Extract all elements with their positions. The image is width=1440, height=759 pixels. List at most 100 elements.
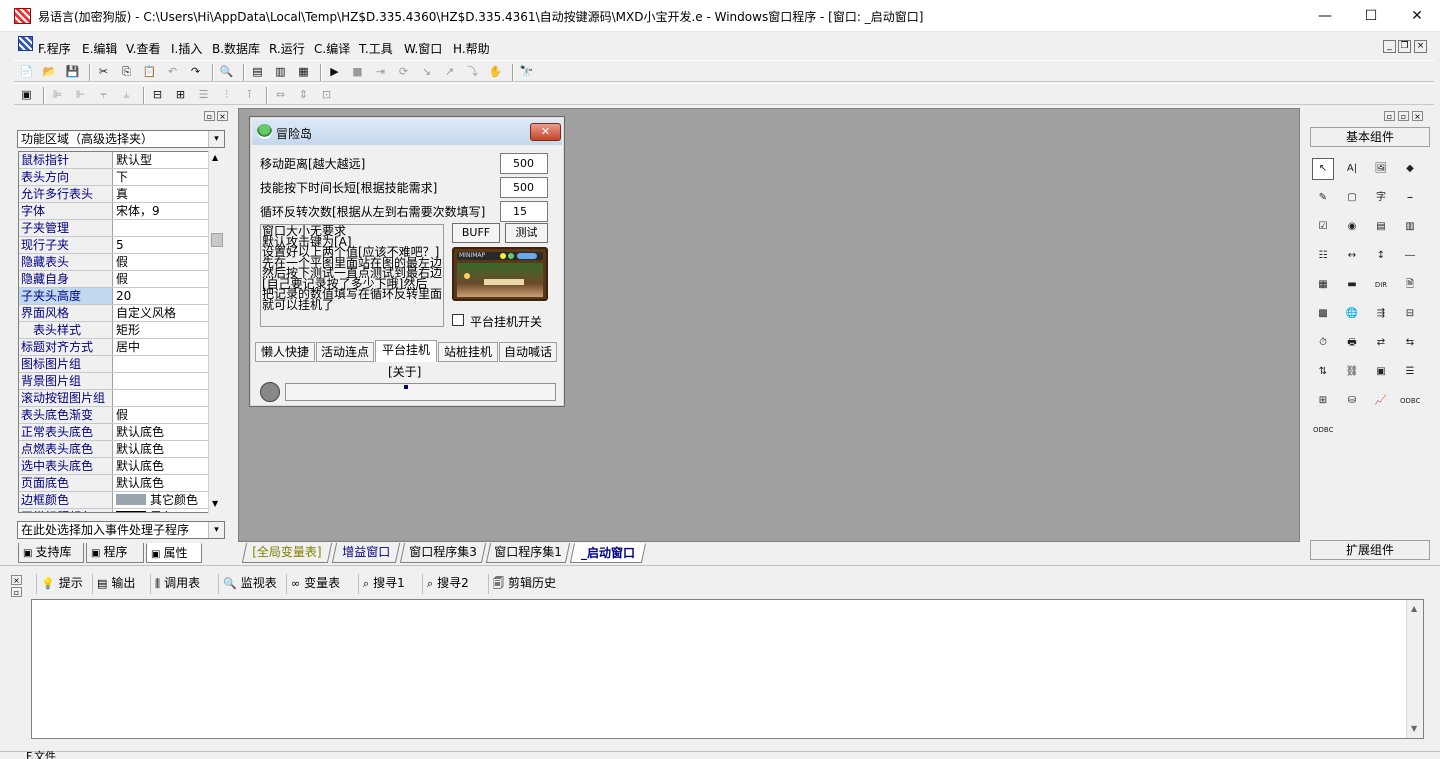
radio-icon[interactable]: ◉	[1341, 216, 1363, 238]
center-h-icon[interactable]: ⊟	[149, 87, 166, 103]
menu-item[interactable]: B.数据库	[212, 40, 260, 57]
mdi-restore-button[interactable]: ❐	[1398, 40, 1411, 53]
design-tab[interactable]: 平台挂机	[375, 340, 437, 362]
mdi-minimize-button[interactable]: _	[1383, 40, 1396, 53]
output-tab[interactable]: ▤ 输出	[92, 574, 148, 594]
menu-item[interactable]: E.编辑	[82, 40, 117, 57]
hint-tab[interactable]: 💡 提示	[36, 574, 90, 594]
db3-icon[interactable]: ⛁	[1341, 390, 1363, 412]
property-value[interactable]: 假	[116, 254, 208, 270]
property-row[interactable]: 点燃表头底色 默认底色	[19, 441, 208, 458]
design-tab[interactable]: 自动喊话	[499, 342, 557, 362]
property-value[interactable]	[116, 390, 208, 406]
design-tab[interactable]: 站桩挂机	[438, 342, 498, 362]
redo-icon[interactable]: ↷	[187, 64, 204, 80]
edit-box-icon[interactable]: ✎	[1312, 187, 1334, 209]
file-icon[interactable]: 🗎	[1399, 274, 1421, 296]
scroll-v-icon[interactable]: ↕	[1370, 245, 1392, 267]
scroll-thumb[interactable]	[211, 233, 223, 247]
cut-icon[interactable]: ✂	[95, 64, 112, 80]
library-tab[interactable]: ▣ 支持库	[18, 543, 84, 563]
value-input[interactable]: 15	[500, 201, 548, 222]
label-icon[interactable]: A|	[1341, 158, 1363, 180]
property-value[interactable]: 默认底色	[116, 475, 208, 491]
save-icon[interactable]: 💾	[64, 64, 81, 80]
property-row[interactable]: 正常标题颜色 黑色	[19, 509, 208, 512]
tab-icon[interactable]: ⇶	[1370, 303, 1392, 325]
step-icon[interactable]: ⇥	[372, 64, 389, 80]
property-row[interactable]: 图标图片组	[19, 356, 208, 373]
net2-icon[interactable]: ⇆	[1399, 332, 1421, 354]
notes-textbox[interactable]: 窗口大小无要求 默认攻击键为[A] 设置好以上两个值[应该不难吧？] 先在一个平…	[260, 224, 444, 327]
scroll-up-icon[interactable]: ▲	[1411, 604, 1417, 613]
property-scrollbar[interactable]: ▲ ▼	[208, 151, 225, 513]
copy-icon[interactable]: ⎘	[118, 64, 135, 80]
left-panel-min-button[interactable]: ▫	[204, 111, 215, 121]
property-value[interactable]: 默认型	[116, 152, 208, 168]
doc-tab[interactable]: 窗口程序集3	[399, 543, 487, 563]
design-window[interactable]: 冒险岛 ✕ 窗口大小无要求 默认攻击键为[A] 设置好以上两个值[应该不难吧？]…	[249, 116, 565, 407]
pic-box-icon[interactable]: ▢	[1341, 187, 1363, 209]
picture-box-icon[interactable]: 🖼	[1370, 158, 1392, 180]
design-tab[interactable]: 懒人快捷	[255, 342, 315, 362]
property-row[interactable]: 滚动按钮图片组	[19, 390, 208, 407]
call-table-tab[interactable]: ⫼ 调用表	[150, 574, 216, 594]
align-center-icon[interactable]: ⊩	[72, 87, 89, 103]
step-over-icon[interactable]: ↘	[418, 64, 435, 80]
test-button[interactable]: 测试	[505, 223, 548, 243]
property-row[interactable]: 表头底色渐变假	[19, 407, 208, 424]
run-to-icon[interactable]: ⤵	[464, 64, 481, 80]
variable-tab[interactable]: ∞ 变量表	[286, 574, 356, 594]
property-grid[interactable]: 鼠标指针 默认型 表头方向下允许多行表头真字体 宋体，9 子夹管理 现行子夹 5 隐藏表头假隐…	[18, 151, 209, 513]
left-panel-close-button[interactable]: ×	[217, 111, 228, 121]
chevron-down-icon[interactable]: ▾	[208, 131, 224, 147]
menu-item[interactable]: T.工具	[359, 40, 393, 57]
chevron-down-icon[interactable]: ▾	[208, 522, 224, 538]
scroll-up-icon[interactable]: ▲	[212, 153, 218, 162]
platform-checkbox[interactable]	[452, 314, 464, 326]
property-row[interactable]: 表头方向下	[19, 169, 208, 186]
align-top-icon[interactable]: ⫧	[95, 87, 112, 103]
frame-icon[interactable]: ⎯	[1399, 187, 1421, 209]
form-icon[interactable]: ▣	[18, 87, 35, 103]
open-folder-icon[interactable]: 📂	[41, 64, 58, 80]
layout3-icon[interactable]: ▦	[295, 64, 312, 80]
doc-tab[interactable]: 窗口程序集1	[485, 543, 571, 563]
same-height-icon[interactable]: ⇕	[295, 87, 312, 103]
chart-icon[interactable]: 📈	[1370, 390, 1392, 412]
property-value[interactable]	[116, 220, 208, 236]
watch-tab[interactable]: 🔍 监视表	[218, 574, 284, 594]
design-close-button[interactable]: ✕	[530, 123, 561, 141]
line-icon[interactable]: ―	[1399, 245, 1421, 267]
layout1-icon[interactable]: ▤	[249, 64, 266, 80]
stop-icon[interactable]: ■	[349, 64, 366, 80]
close-button[interactable]: ✕	[1394, 0, 1440, 32]
property-row[interactable]: 子夹管理	[19, 220, 208, 237]
db-icon[interactable]: ☰	[1399, 361, 1421, 383]
menu-item[interactable]: W.窗口	[404, 40, 442, 57]
bottom-panel-min-button[interactable]: ▫	[11, 587, 22, 597]
mdi-close-button[interactable]: ×	[1414, 40, 1427, 53]
property-row[interactable]: 现行子夹 5	[19, 237, 208, 254]
toolbar-icon[interactable]: ⊟	[1399, 303, 1421, 325]
paste-icon[interactable]: 📋	[141, 64, 158, 80]
property-value[interactable]: 默认底色	[116, 424, 208, 440]
menu-item[interactable]: I.插入	[171, 40, 202, 57]
extended-components-button[interactable]: 扩展组件	[1310, 540, 1430, 560]
list-box-icon[interactable]: ▤	[1370, 216, 1392, 238]
menu-item[interactable]: R.运行	[269, 40, 305, 57]
value-input[interactable]: 500	[500, 177, 548, 198]
property-value[interactable]: 居中	[116, 339, 208, 355]
hand-icon[interactable]: ✋	[487, 64, 504, 80]
maximize-button[interactable]: ☐	[1348, 0, 1394, 32]
step-into-icon[interactable]: ⟳	[395, 64, 412, 80]
undo-icon[interactable]: ↶	[164, 64, 181, 80]
same-size-icon[interactable]: ⊡	[318, 87, 335, 103]
space-v-icon[interactable]: ⫶	[218, 87, 235, 103]
find-icon[interactable]: 🔍	[218, 64, 235, 80]
property-value[interactable]	[116, 356, 208, 372]
db2-icon[interactable]: ⊞	[1312, 390, 1334, 412]
doc-tab[interactable]: [全局变量表]	[241, 543, 333, 563]
search1-tab[interactable]: ⌕ 搜寻1	[358, 574, 420, 594]
space-even-icon[interactable]: ⊺	[241, 87, 258, 103]
